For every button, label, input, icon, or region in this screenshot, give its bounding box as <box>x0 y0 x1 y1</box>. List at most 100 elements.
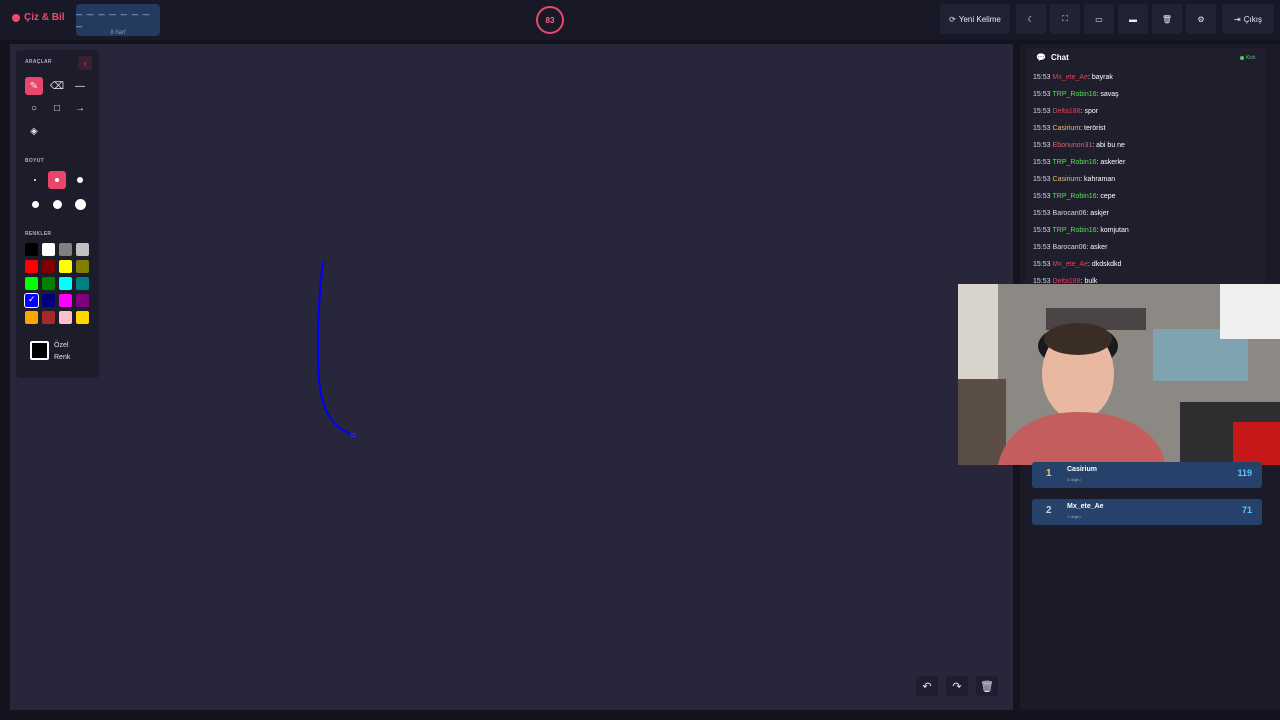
message-text: : kahraman <box>1080 176 1116 183</box>
color-swatch[interactable] <box>76 260 89 273</box>
line-tool[interactable]: — <box>71 77 89 95</box>
pencil-tool[interactable]: ✎ <box>25 77 43 95</box>
redo-button[interactable]: ↷ <box>946 676 968 696</box>
tools-title: ARAÇLAR <box>25 59 52 65</box>
message-user[interactable]: TRP_Robin16 <box>1053 193 1097 200</box>
leaderboard-row: 2 Mx_ete_Ae 1 doğru 71 <box>1032 499 1262 525</box>
chat-message: 15:53 Ebonunon31: abi bu ne <box>1033 140 1258 157</box>
size-title: BOYUT <box>25 158 44 164</box>
custom-color-label-line1: Özel <box>54 342 69 349</box>
color-swatch[interactable] <box>59 243 72 256</box>
color-swatch[interactable] <box>59 260 72 273</box>
eraser-icon: ⌫ <box>49 80 65 92</box>
shelf <box>958 379 1006 465</box>
undo-icon: ↶ <box>922 680 932 693</box>
color-swatch[interactable] <box>25 311 38 324</box>
size-option-4[interactable] <box>26 195 44 213</box>
color-swatch[interactable] <box>42 311 55 324</box>
color-swatch[interactable] <box>42 243 55 256</box>
paint-bucket-icon: ◈ <box>30 125 38 137</box>
color-swatch[interactable] <box>25 243 38 256</box>
rectangle-tool[interactable]: □ <box>48 99 66 117</box>
message-user[interactable]: Barocan06 <box>1053 210 1087 217</box>
color-swatch[interactable] <box>42 294 55 307</box>
undo-button[interactable]: ↶ <box>916 676 938 696</box>
colors-title: RENKLER <box>25 231 52 237</box>
color-swatch[interactable] <box>25 277 38 290</box>
color-swatch[interactable] <box>42 277 55 290</box>
message-time: 15:53 <box>1033 244 1051 251</box>
message-user[interactable]: Ebonunon31 <box>1053 142 1093 149</box>
message-time: 15:53 <box>1033 125 1051 132</box>
message-time: 15:53 <box>1033 210 1051 217</box>
player-score: 119 <box>1237 468 1252 478</box>
webcam-feed <box>958 284 1280 465</box>
color-swatch[interactable] <box>59 277 72 290</box>
player-score: 71 <box>1241 505 1252 515</box>
arrow-right-icon: → <box>75 102 85 114</box>
message-text: : asker <box>1086 244 1108 251</box>
size-dot <box>77 177 83 183</box>
color-swatch[interactable] <box>42 260 55 273</box>
clear-canvas-button[interactable]: 🗑 <box>976 676 998 696</box>
chat-message: 15:53 Barocan06: askjer <box>1033 208 1258 225</box>
color-swatch[interactable] <box>25 260 38 273</box>
chevron-left-icon: ‹ <box>83 58 87 68</box>
message-user[interactable]: Barocan06 <box>1053 244 1087 251</box>
chat-message: 15:53 TRP_Robin16: savaş <box>1033 89 1258 106</box>
message-user[interactable]: Delta188 <box>1053 108 1081 115</box>
message-text: : cepe <box>1096 193 1116 200</box>
message-time: 15:53 <box>1033 91 1051 98</box>
player-correct-count: 3 doğru <box>1067 477 1081 482</box>
color-swatch[interactable] <box>76 277 89 290</box>
size-dot <box>31 200 39 208</box>
size-dot <box>55 178 59 182</box>
eraser-tool[interactable]: ⌫ <box>48 77 66 95</box>
message-text: : komjutan <box>1096 227 1129 234</box>
chat-message: 15:53 Delta188: spor <box>1033 106 1258 123</box>
color-swatch[interactable] <box>59 311 72 324</box>
size-option-1[interactable] <box>26 171 44 189</box>
player-correct-count: 1 doğru <box>1067 514 1081 519</box>
color-swatch[interactable] <box>59 294 72 307</box>
message-time: 15:53 <box>1033 74 1051 81</box>
message-time: 15:53 <box>1033 261 1051 268</box>
color-swatch[interactable] <box>76 311 89 324</box>
color-swatch[interactable] <box>76 243 89 256</box>
custom-color-label: Özel Renk <box>54 340 70 364</box>
drawn-stroke <box>316 262 353 436</box>
arrow-tool[interactable]: → <box>71 99 89 117</box>
message-time: 15:53 <box>1033 159 1051 166</box>
color-swatch[interactable]: ✓ <box>24 293 39 308</box>
red-object <box>1233 422 1280 465</box>
collapse-panel-button[interactable]: ‹ <box>78 56 92 70</box>
leaderboard-row: 1 Casirium 3 doğru 119 <box>1032 462 1262 488</box>
size-option-2[interactable] <box>48 171 66 189</box>
size-option-6[interactable] <box>71 195 89 213</box>
chat-message: 15:53 TRP_Robin16: komjutan <box>1033 225 1258 242</box>
kick-status-badge: Kick <box>1240 55 1255 61</box>
size-dot <box>52 199 62 209</box>
player-name: Casirium <box>1067 466 1097 473</box>
circle-tool[interactable]: ○ <box>25 99 43 117</box>
custom-color-button[interactable] <box>30 341 49 360</box>
message-time: 15:53 <box>1033 108 1051 115</box>
circle-icon: ○ <box>30 102 38 114</box>
message-time: 15:53 <box>1033 142 1051 149</box>
check-icon: ✓ <box>28 294 36 304</box>
message-user[interactable]: TRP_Robin16 <box>1053 159 1097 166</box>
message-user[interactable]: Casirium <box>1053 176 1081 183</box>
color-swatch[interactable] <box>76 294 89 307</box>
message-text: : terörist <box>1080 125 1106 132</box>
message-user[interactable]: Casirium <box>1053 125 1081 132</box>
message-user[interactable]: TRP_Robin16 <box>1053 227 1097 234</box>
size-option-3[interactable] <box>71 171 89 189</box>
message-user[interactable]: TRP_Robin16 <box>1053 91 1097 98</box>
size-option-5[interactable] <box>48 195 66 213</box>
line-icon: — <box>75 80 85 92</box>
square-icon: □ <box>53 102 61 114</box>
fill-tool[interactable]: ◈ <box>25 122 43 140</box>
message-user[interactable]: Mx_ete_Ae <box>1053 74 1088 81</box>
message-user[interactable]: Mx_ete_Ae <box>1053 261 1088 268</box>
chat-message: 15:53 Mx_ete_Ae: dkdskdkd <box>1033 259 1258 276</box>
